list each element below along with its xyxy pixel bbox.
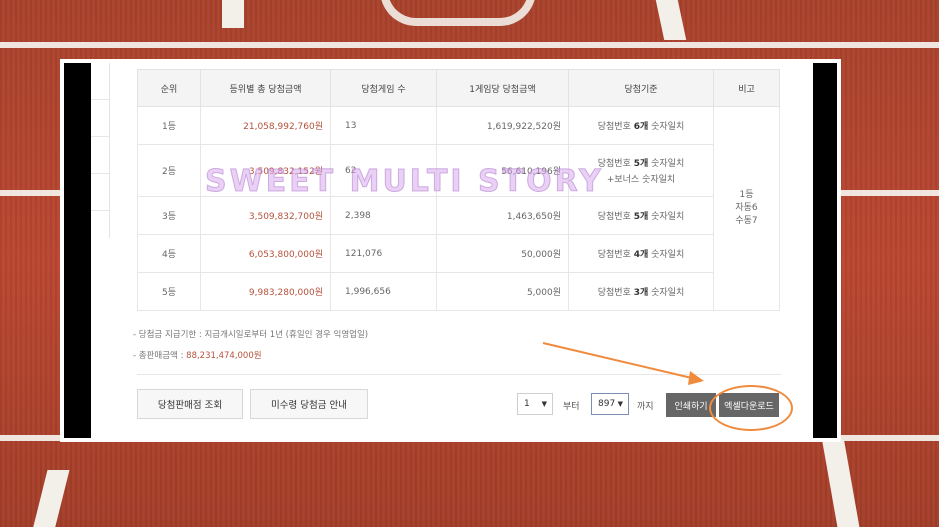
annotation-arrow: [542, 342, 704, 385]
annotation-circle: [709, 385, 793, 431]
